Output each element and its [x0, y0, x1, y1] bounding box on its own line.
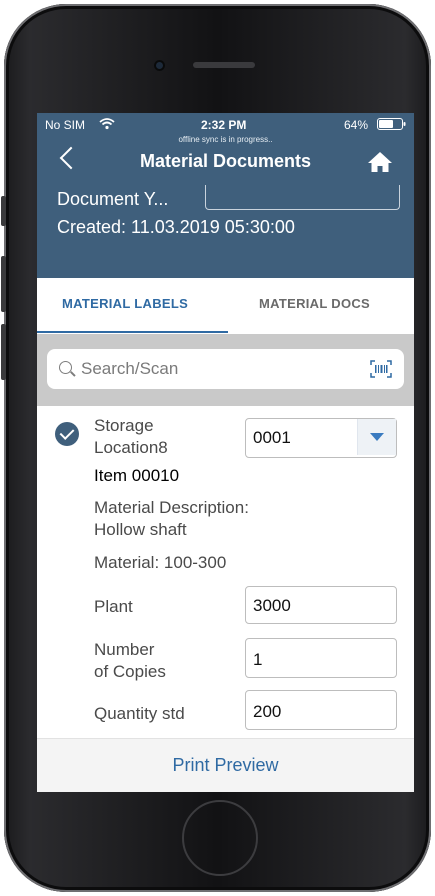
material-description-value: Hollow shaft: [94, 520, 187, 539]
document-year-label: Document Y...: [57, 189, 169, 209]
quantity-label: Quantity std: [94, 704, 185, 723]
quantity-value: 200: [253, 702, 282, 721]
tab-material-docs[interactable]: MATERIAL DOCS: [259, 296, 370, 311]
wifi-icon: [99, 118, 115, 130]
mute-switch: [1, 196, 6, 226]
copies-value: 1: [253, 650, 263, 669]
front-camera: [154, 60, 165, 71]
volume-down-button: [1, 324, 6, 380]
created-timestamp: Created: 11.03.2019 05:30:00: [57, 217, 295, 237]
earpiece-speaker: [193, 62, 255, 68]
footer-bar: Print Preview: [37, 738, 414, 792]
print-preview-button[interactable]: Print Preview: [37, 755, 414, 776]
home-icon[interactable]: [367, 151, 393, 173]
clock: 2:32 PM: [201, 118, 247, 132]
app-header: No SIM 2:32 PM 64% offline sync is in pr…: [37, 113, 414, 278]
chevron-down-icon: [370, 433, 384, 441]
quantity-field[interactable]: 200: [245, 690, 397, 730]
storage-location-dropdown[interactable]: 0001: [245, 418, 397, 458]
material-number: Material: 100-300: [94, 553, 227, 572]
dropdown-toggle[interactable]: [357, 419, 396, 455]
battery-percent: 64%: [344, 118, 369, 132]
volume-up-button: [1, 256, 6, 312]
search-input[interactable]: Search/Scan: [47, 349, 404, 389]
plant-field[interactable]: 3000: [245, 586, 397, 624]
plant-value: 3000: [253, 596, 291, 615]
tab-bar: MATERIAL LABELS MATERIAL DOCS: [37, 278, 414, 334]
material-description-label: Material Description:: [94, 498, 249, 517]
document-year-field[interactable]: [205, 185, 400, 210]
item-number: Item 00010: [94, 466, 180, 485]
search-placeholder: Search/Scan: [81, 359, 179, 378]
plant-label: Plant: [94, 597, 133, 616]
copies-label-line1: Number: [94, 640, 155, 659]
sync-status: offline sync is in progress..: [178, 135, 273, 144]
storage-location-value: 0001: [253, 428, 291, 447]
search-icon: [59, 361, 72, 374]
copies-field[interactable]: 1: [245, 638, 397, 678]
copies-label-line2: of Copies: [94, 662, 166, 681]
active-tab-indicator: [37, 331, 228, 333]
tab-material-labels[interactable]: MATERIAL LABELS: [62, 296, 188, 311]
home-button[interactable]: [182, 800, 258, 876]
selected-check-icon[interactable]: [55, 422, 79, 446]
storage-location-label-line2: Location8: [94, 438, 168, 457]
search-area: Search/Scan: [37, 334, 414, 406]
storage-location-label-line1: Storage: [94, 416, 154, 435]
material-label-item: Storage Location8 0001 Item 00010 Materi…: [37, 406, 414, 738]
battery-icon: [377, 118, 406, 130]
page-title: Material Documents: [139, 151, 312, 171]
carrier-label: No SIM: [45, 118, 86, 132]
app-screen: No SIM 2:32 PM 64% offline sync is in pr…: [37, 113, 414, 792]
barcode-scan-icon[interactable]: [370, 360, 392, 378]
